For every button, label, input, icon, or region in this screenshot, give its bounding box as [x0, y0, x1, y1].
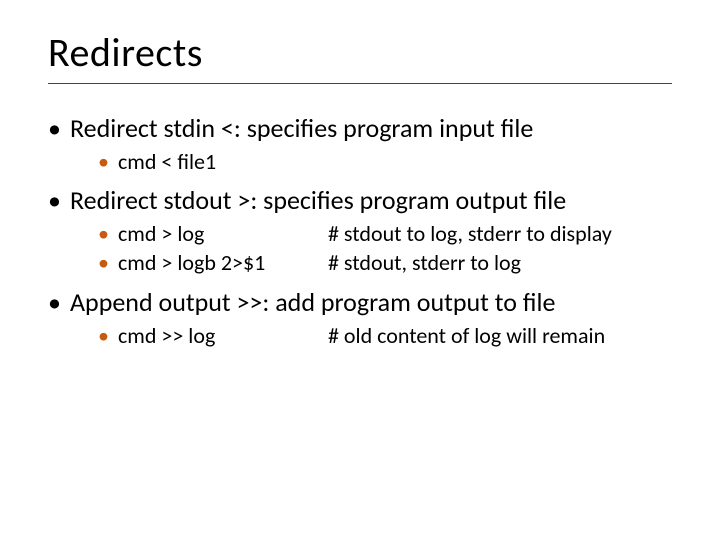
sub-list: cmd >> log # old content of log will rem… [70, 321, 672, 351]
slide: Redirects Redirect stdin <: specifies pr… [0, 0, 720, 540]
sub-list: cmd < file1 [70, 147, 672, 177]
bullet-text: Append output >>: add program output to … [70, 286, 555, 318]
comment-text: # stdout, stderr to log [328, 248, 672, 278]
bullet-text: Redirect stdout >: specifies program out… [70, 184, 566, 216]
comment-text: # old content of log will remain [328, 321, 672, 351]
bullet-item: Redirect stdin <: specifies program inpu… [48, 112, 672, 176]
sub-item: cmd < file1 [98, 147, 672, 177]
bullet-item: Append output >>: add program output to … [48, 286, 672, 350]
command-text: cmd < file1 [118, 148, 216, 175]
command-text: cmd >> log [118, 321, 328, 351]
slide-title: Redirects [48, 28, 672, 77]
sub-item: cmd >> log # old content of log will rem… [98, 321, 672, 351]
sub-list: cmd > log # stdout to log, stderr to dis… [70, 219, 672, 278]
bullet-list: Redirect stdin <: specifies program inpu… [48, 112, 672, 350]
command-text: cmd > logb 2>$1 [118, 248, 328, 278]
command-text: cmd > log [118, 219, 328, 249]
bullet-item: Redirect stdout >: specifies program out… [48, 184, 672, 278]
sub-item: cmd > log # stdout to log, stderr to dis… [98, 219, 672, 249]
title-divider [48, 83, 672, 84]
comment-text: # stdout to log, stderr to display [328, 219, 672, 249]
sub-item: cmd > logb 2>$1 # stdout, stderr to log [98, 248, 672, 278]
bullet-text: Redirect stdin <: specifies program inpu… [70, 112, 533, 144]
